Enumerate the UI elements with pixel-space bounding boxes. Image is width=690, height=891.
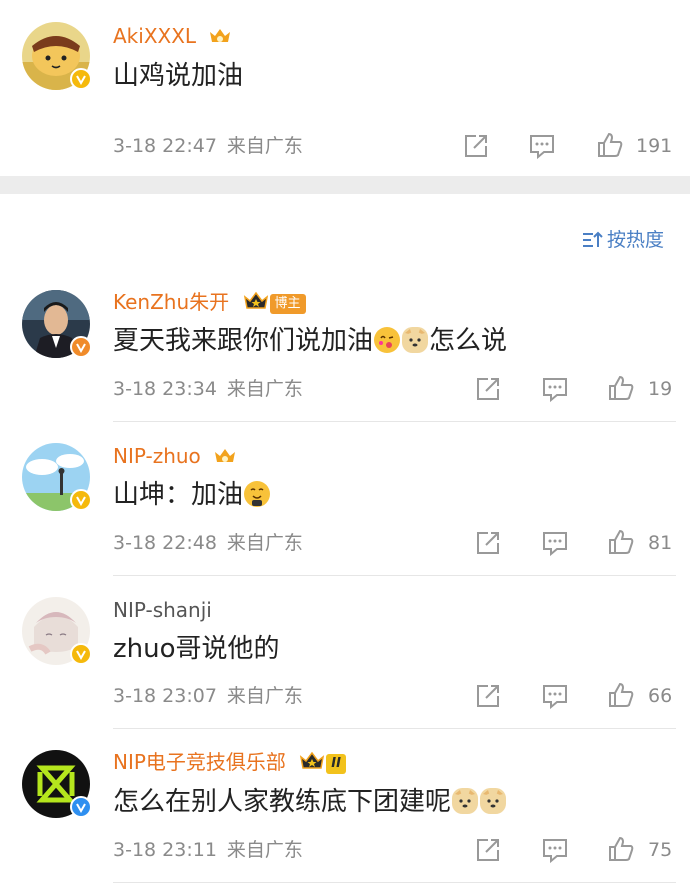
level-badge: II (326, 754, 346, 774)
like-count: 66 (648, 685, 673, 707)
like-icon[interactable] (607, 681, 635, 709)
username-text[interactable]: NIP-zhuo (113, 444, 201, 468)
username[interactable]: NIP-zhuo (113, 444, 237, 468)
like-count: 81 (648, 532, 673, 554)
comment-meta: 3-18 23:34 来自广东 (113, 378, 313, 400)
sort-by-heat-button[interactable]: 按热度 (581, 228, 664, 252)
sort-label: 按热度 (606, 229, 664, 251)
comment-text-part: 怎么在别人家教练底下团建呢 (113, 787, 452, 817)
verified-icon (70, 489, 92, 511)
share-icon[interactable] (474, 375, 502, 403)
comment-time: 3-18 22:47 (113, 135, 217, 157)
comment-icon[interactable] (541, 836, 569, 864)
like-count: 75 (648, 839, 673, 861)
comment-text: zhuo哥说他的 (113, 634, 280, 664)
like-count: 191 (636, 135, 673, 157)
share-icon[interactable] (474, 836, 502, 864)
username[interactable]: KenZhu朱开 博主 (113, 290, 306, 314)
comment-location: 来自广东 (226, 378, 303, 400)
doge-emoji-icon (480, 788, 507, 814)
divider (113, 575, 676, 576)
comment-icon[interactable] (528, 132, 556, 160)
username[interactable]: NIP-shanji (113, 598, 212, 622)
comment-icon[interactable] (541, 682, 569, 710)
username-text[interactable]: AkiXXXL (113, 24, 196, 48)
comment-time: 3-18 23:11 (113, 839, 217, 861)
share-icon[interactable] (462, 132, 490, 160)
divider (113, 728, 676, 729)
section-gap (0, 176, 690, 194)
avatar-nip-club[interactable] (22, 750, 92, 818)
like-icon[interactable] (596, 131, 624, 159)
like-icon[interactable] (607, 528, 635, 556)
blogger-badge: 博主 (269, 294, 306, 314)
doge-emoji-icon (402, 327, 429, 353)
comment-text: 夏天我来跟你们说加油 怎么说 (113, 325, 507, 357)
comment-meta: 3-18 22:48 来自广东 (113, 532, 313, 554)
comment-meta: 3-18 22:47 来自广东 (113, 135, 313, 157)
like-icon[interactable] (607, 374, 635, 402)
comment-text-part: 怎么说 (429, 326, 508, 356)
comment-location: 来自广东 (226, 839, 303, 861)
avatar-akixxxl[interactable] (22, 22, 92, 90)
comment-icon[interactable] (541, 375, 569, 403)
share-icon[interactable] (474, 529, 502, 557)
username-text[interactable]: KenZhu朱开 (113, 290, 229, 314)
like-icon[interactable] (607, 835, 635, 863)
like-count: 19 (648, 378, 673, 400)
username[interactable]: AkiXXXL (113, 24, 232, 48)
divider (113, 882, 676, 883)
comment-time: 3-18 23:07 (113, 685, 217, 707)
sort-icon (582, 231, 603, 247)
comment-icon[interactable] (541, 529, 569, 557)
avatar-nip-zhuo[interactable] (22, 443, 92, 511)
verified-icon (70, 643, 92, 665)
verified-icon (70, 796, 92, 818)
share-icon[interactable] (474, 682, 502, 710)
divider (113, 421, 676, 422)
comment-location: 来自广东 (226, 135, 303, 157)
fist-cheer-emoji-icon (244, 481, 271, 507)
username-text[interactable]: NIP-shanji (113, 598, 212, 622)
verified-icon (70, 336, 92, 358)
vip-crown-icon (215, 449, 236, 462)
comment-text: 山坤：加油 (113, 479, 271, 511)
comment-meta: 3-18 23:11 来自广东 (113, 839, 313, 861)
comment-location: 来自广东 (226, 532, 303, 554)
comment-time: 3-18 23:34 (113, 378, 217, 400)
username[interactable]: NIP电子竞技俱乐部 II (113, 750, 346, 774)
vip-crown-icon (300, 751, 325, 769)
vip-crown-icon (243, 291, 268, 309)
comment-text: 怎么在别人家教练底下团建呢 (113, 786, 507, 818)
username-text[interactable]: NIP电子竞技俱乐部 (113, 750, 286, 774)
vip-crown-icon (210, 29, 231, 42)
comment-text: 山鸡说加油 (113, 61, 244, 91)
verified-icon (70, 68, 92, 90)
avatar-kenzhu[interactable] (22, 290, 92, 358)
comment-meta: 3-18 23:07 来自广东 (113, 685, 313, 707)
doge-emoji-icon (452, 788, 479, 814)
comment-text-part: 夏天我来跟你们说加油 (113, 326, 374, 356)
kiss-emoji-icon (374, 327, 401, 353)
comment-time: 3-18 22:48 (113, 532, 217, 554)
comment-location: 来自广东 (226, 685, 303, 707)
comment-text-part: 山坤：加油 (113, 480, 244, 510)
avatar-nip-shanji[interactable] (22, 597, 92, 665)
